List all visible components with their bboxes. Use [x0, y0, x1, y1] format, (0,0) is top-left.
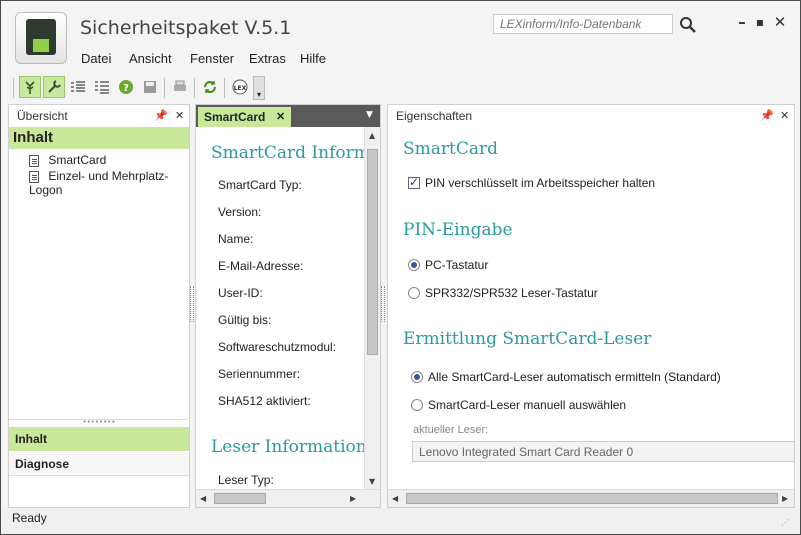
reader-info-heading: Leser Information	[211, 437, 367, 457]
properties-pane-title: Eigenschaften	[396, 109, 473, 123]
close-pane-icon[interactable]: ✕	[780, 109, 789, 122]
field-label: Softwareschutzmodul:	[218, 340, 337, 354]
resize-grip-icon[interactable]: ⋰	[781, 518, 789, 527]
menu-extras[interactable]: Extras	[249, 51, 286, 66]
reader-detection-heading: Ermittlung SmartCard-Leser	[403, 329, 652, 349]
scroll-left-arrow-icon[interactable]: ◀	[200, 494, 206, 503]
save-icon[interactable]	[139, 76, 161, 98]
field-label: Leser Typ:	[218, 473, 274, 487]
scroll-down-arrow-icon[interactable]: ▼	[369, 477, 375, 486]
wrench-icon[interactable]	[43, 76, 65, 98]
field-label: Seriennummer:	[218, 367, 301, 381]
menu-hilfe[interactable]: Hilfe	[300, 51, 326, 66]
current-reader-field[interactable]: Lenovo Integrated Smart Card Reader 0	[412, 441, 794, 462]
horizontal-scrollbar[interactable]: ◀ ▶	[388, 489, 794, 507]
nav-diagnose[interactable]: Diagnose	[9, 452, 189, 476]
lex-icon-label: LEX	[234, 85, 247, 92]
minimize-button[interactable]: –	[733, 13, 751, 31]
toolbar: ? LEX ▾	[13, 76, 273, 102]
status-text: Ready	[12, 511, 47, 525]
splitter-grip[interactable]: ••••••••	[9, 419, 189, 427]
radio-label: PC-Tastatur	[425, 258, 489, 272]
radio-label: SmartCard-Leser manuell auswählen	[428, 398, 627, 412]
scroll-left-arrow-icon[interactable]: ◀	[392, 494, 398, 503]
toolbar-overflow-chevron-icon[interactable]: ▾	[253, 76, 265, 100]
close-tab-icon[interactable]: ✕	[276, 110, 285, 123]
pin-icon[interactable]: 📌	[154, 109, 168, 122]
document-icon	[29, 154, 39, 167]
tree-item-logon[interactable]: Einzel- und Mehrplatz-Logon	[29, 169, 189, 197]
radio-pc-keyboard[interactable]	[408, 259, 420, 271]
tab-smartcard[interactable]: SmartCard ✕	[198, 107, 291, 127]
field-label: User-ID:	[218, 286, 263, 300]
print-icon[interactable]	[169, 76, 191, 98]
overview-pane: Übersicht 📌 ✕ Inhalt SmartCard Einzel- u…	[8, 104, 190, 508]
scrollbar-thumb[interactable]	[214, 493, 266, 504]
radio-label: SPR332/SPR532 Leser-Tastatur	[425, 286, 598, 300]
field-label: SHA512 aktiviert:	[218, 394, 311, 408]
left-splitter[interactable]	[190, 286, 194, 322]
radio-reader-keyboard[interactable]	[408, 287, 420, 299]
radio-label: Alle SmartCard-Leser automatisch ermitte…	[428, 370, 721, 384]
toolbar-separator	[13, 78, 14, 98]
nav-inhalt[interactable]: Inhalt	[9, 427, 189, 451]
help-icon[interactable]: ?	[115, 76, 137, 98]
app-title: Sicherheitspaket V.5.1	[80, 17, 292, 39]
current-reader-label: aktueller Leser:	[413, 424, 489, 436]
field-label: E-Mail-Adresse:	[218, 259, 304, 273]
tab-dropdown-icon[interactable]: ▼	[366, 110, 373, 120]
toolbar-separator	[224, 78, 225, 98]
app-window: Sicherheitspaket V.5.1 – ▪ ✕ Datei Ansic…	[0, 0, 801, 535]
horizontal-scrollbar[interactable]: ◀ ▶	[196, 489, 380, 507]
pin-encrypted-label: PIN verschlüsselt im Arbeitsspeicher hal…	[425, 176, 656, 190]
pin-encrypted-checkbox[interactable]	[408, 175, 420, 189]
scroll-up-arrow-icon[interactable]: ▲	[369, 131, 375, 140]
indent-list-icon[interactable]	[67, 76, 89, 98]
toolbar-separator	[194, 78, 195, 98]
radio-manual-select[interactable]	[411, 399, 423, 411]
svg-text:?: ?	[123, 83, 129, 94]
scroll-right-arrow-icon[interactable]: ▶	[782, 494, 788, 503]
document-icon	[29, 170, 39, 183]
refresh-icon[interactable]	[199, 76, 221, 98]
properties-pane: Eigenschaften 📌 ✕ SmartCard PIN verschlü…	[387, 104, 795, 508]
search-input[interactable]	[493, 14, 673, 34]
numbered-list-icon[interactable]	[91, 76, 113, 98]
menu-ansicht[interactable]: Ansicht	[129, 51, 172, 66]
section-header-inhalt: Inhalt	[9, 127, 189, 149]
tree-icon[interactable]	[19, 76, 41, 98]
app-logo	[15, 12, 67, 64]
scrollbar-thumb[interactable]	[367, 149, 378, 355]
menu-datei[interactable]: Datei	[81, 51, 111, 66]
maximize-button[interactable]: ▪	[751, 13, 769, 31]
field-label: Version:	[218, 205, 262, 219]
scroll-right-arrow-icon[interactable]: ▶	[350, 494, 356, 503]
scrollbar-thumb[interactable]	[406, 493, 778, 504]
tree-item-smartcard[interactable]: SmartCard	[29, 153, 106, 167]
smartcard-info-heading: SmartCard Information	[211, 143, 380, 163]
vertical-scrollbar[interactable]: ▲ ▼	[364, 127, 380, 489]
tree-item-label: Einzel- und Mehrplatz-Logon	[29, 169, 169, 197]
radio-auto-detect[interactable]	[411, 371, 423, 383]
pin-input-heading: PIN-Eingabe	[403, 220, 513, 240]
search-icon[interactable]	[679, 16, 697, 34]
right-splitter[interactable]	[381, 286, 385, 322]
tab-label: SmartCard	[204, 110, 266, 124]
smartcard-document-pane: SmartCard ✕ ▼ SmartCard Information Smar…	[195, 104, 381, 508]
menu-fenster[interactable]: Fenster	[190, 51, 234, 66]
pin-icon[interactable]: 📌	[760, 109, 774, 122]
close-pane-icon[interactable]: ✕	[175, 109, 184, 122]
status-bar: Ready ⋰	[1, 508, 800, 534]
field-label: Gültig bis:	[218, 313, 272, 327]
tree-item-label: SmartCard	[48, 153, 107, 167]
smartcard-heading: SmartCard	[403, 139, 499, 159]
field-label: Name:	[218, 232, 254, 246]
lex-icon[interactable]: LEX	[229, 76, 251, 98]
toolbar-separator	[164, 78, 165, 98]
field-label: SmartCard Typ:	[218, 178, 302, 192]
close-window-button[interactable]: ✕	[771, 13, 789, 31]
